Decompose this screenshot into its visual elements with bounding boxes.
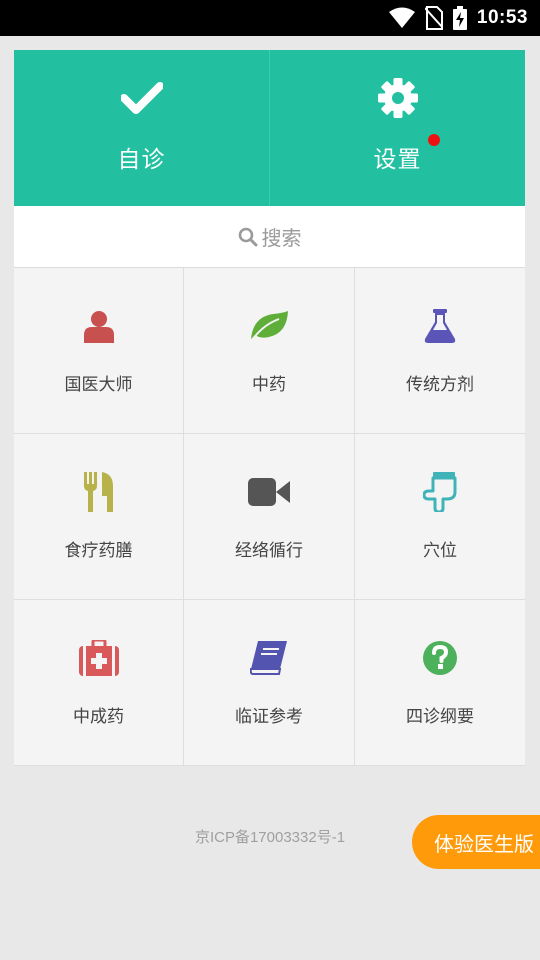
grid-item-four-diagnostics[interactable]: 四诊纲要 bbox=[355, 600, 525, 766]
settings-label: 设置 bbox=[373, 147, 422, 173]
grid-item-patent-medicine[interactable]: 中成药 bbox=[14, 600, 184, 766]
grid-item-herbs[interactable]: 中药 bbox=[184, 268, 355, 434]
doctor-version-label: 体验医生版 bbox=[434, 831, 534, 856]
category-grid: 国医大师 中药 传统方剂 食疗药膳 经络循行 穴位 中成药 临证参考 四诊纲要 bbox=[14, 268, 525, 766]
grid-item-prescriptions[interactable]: 传统方剂 bbox=[355, 268, 525, 434]
grid-item-label: 经络循行 bbox=[235, 541, 303, 561]
grid-item-label: 中成药 bbox=[73, 707, 124, 727]
flask-icon bbox=[424, 306, 456, 346]
grid-item-clinical-reference[interactable]: 临证参考 bbox=[184, 600, 355, 766]
settings-button[interactable]: 设置 bbox=[269, 50, 525, 206]
grid-item-masters[interactable]: 国医大师 bbox=[14, 268, 184, 434]
search-icon bbox=[238, 227, 257, 246]
grid-item-label: 传统方剂 bbox=[406, 375, 474, 395]
search-label: 搜索 bbox=[261, 226, 302, 250]
book-icon bbox=[250, 638, 288, 678]
grid-item-diet-therapy[interactable]: 食疗药膳 bbox=[14, 434, 184, 600]
checkmark-icon bbox=[120, 80, 163, 116]
gear-icon bbox=[377, 78, 419, 118]
notification-badge bbox=[428, 134, 440, 146]
main-card: 自诊 设置 搜索 国医大师 中药 传统方剂 食疗药膳 经络循行 穴位 中成药 临… bbox=[14, 50, 525, 766]
question-circle-icon bbox=[423, 638, 457, 678]
doctor-version-button[interactable]: 体验医生版 bbox=[412, 815, 540, 869]
grid-item-label: 食疗药膳 bbox=[64, 541, 133, 561]
grid-item-meridians[interactable]: 经络循行 bbox=[184, 434, 355, 600]
status-time: 10:53 bbox=[476, 7, 528, 28]
grid-item-label: 四诊纲要 bbox=[406, 707, 474, 727]
header-actions: 自诊 设置 bbox=[14, 50, 525, 206]
icp-text: 京ICP备17003332号-1 bbox=[194, 829, 346, 846]
battery-charging-icon bbox=[452, 6, 467, 30]
utensils-icon bbox=[83, 472, 115, 512]
leaf-icon bbox=[249, 306, 289, 346]
medkit-icon bbox=[78, 638, 119, 678]
grid-item-acupoints[interactable]: 穴位 bbox=[355, 434, 525, 600]
person-icon bbox=[83, 306, 115, 346]
self-diagnosis-label: 自诊 bbox=[117, 147, 166, 173]
video-camera-icon bbox=[248, 472, 290, 512]
search-bar[interactable]: 搜索 bbox=[14, 206, 525, 268]
status-icons: 10:53 bbox=[388, 0, 528, 36]
grid-item-label: 中药 bbox=[252, 375, 286, 395]
status-bar: 10:53 bbox=[0, 0, 540, 36]
grid-item-label: 穴位 bbox=[423, 541, 457, 561]
hand-pointer-icon bbox=[423, 472, 457, 512]
no-sim-icon bbox=[424, 6, 443, 30]
grid-item-label: 国医大师 bbox=[64, 375, 133, 395]
self-diagnosis-button[interactable]: 自诊 bbox=[14, 50, 269, 206]
wifi-icon bbox=[388, 7, 415, 28]
grid-item-label: 临证参考 bbox=[235, 707, 303, 727]
